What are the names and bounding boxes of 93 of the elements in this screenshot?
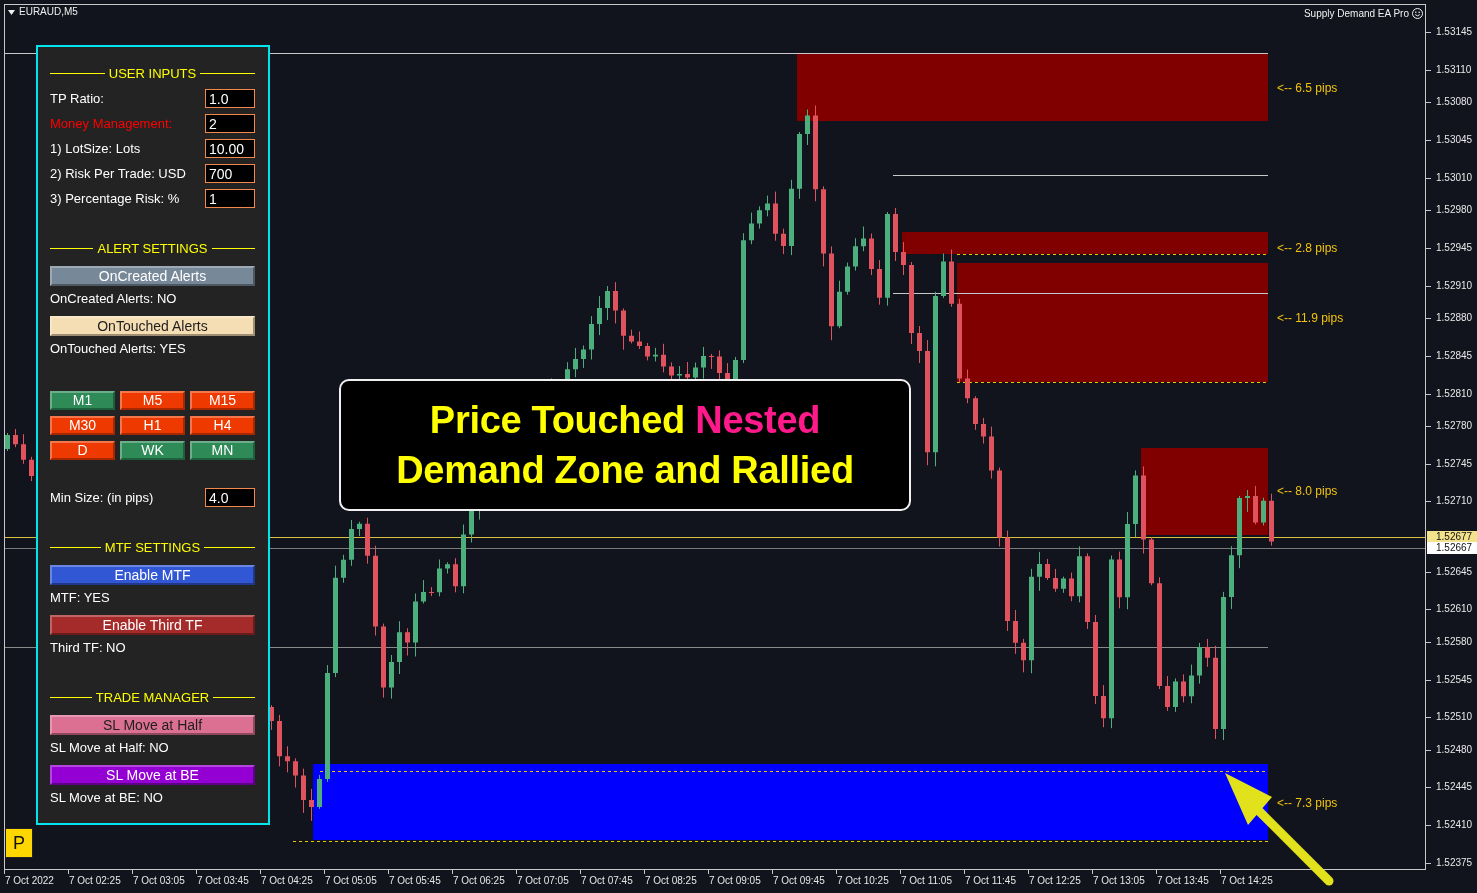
field-label: Min Size: (in pips) bbox=[50, 489, 154, 506]
field-label: Money Management: bbox=[50, 115, 173, 132]
price-axis-label: 1.52375 bbox=[1436, 856, 1473, 870]
time-axis-label: 7 Oct 03:45 bbox=[197, 874, 249, 888]
headline-callout: Price Touched Nested Demand Zone and Rallied bbox=[339, 379, 911, 511]
input-field[interactable]: 4.0 bbox=[205, 488, 255, 507]
panel-button[interactable]: P bbox=[5, 828, 33, 858]
timeframe-button[interactable]: MN bbox=[190, 441, 255, 460]
time-axis-label: 7 Oct 07:05 bbox=[517, 874, 569, 888]
timeframe-button[interactable]: H1 bbox=[120, 416, 185, 435]
price-axis-label: 1.52445 bbox=[1436, 780, 1473, 794]
timeframe-button[interactable]: H4 bbox=[190, 416, 255, 435]
toggle-button[interactable]: Enable MTF bbox=[50, 565, 255, 585]
field-label: 3) Percentage Risk: % bbox=[50, 190, 180, 207]
price-axis-label: 1.52845 bbox=[1436, 349, 1473, 363]
price-axis-label: 1.52945 bbox=[1436, 241, 1473, 255]
status-text: OnCreated Alerts: NO bbox=[50, 290, 178, 308]
price-axis-label: 1.53110 bbox=[1436, 63, 1472, 77]
time-axis-label: 7 Oct 13:45 bbox=[1157, 874, 1209, 888]
time-axis-label: 7 Oct 09:45 bbox=[773, 874, 825, 888]
price-axis-label: 1.52780 bbox=[1436, 419, 1473, 433]
toggle-button[interactable]: Enable Third TF bbox=[50, 615, 255, 635]
timeframe-button[interactable]: M5 bbox=[120, 391, 185, 410]
price-axis-label: 1.53045 bbox=[1436, 133, 1473, 147]
price-axis-label: 1.52810 bbox=[1436, 387, 1473, 401]
price-axis-label: 1.53145 bbox=[1436, 25, 1473, 39]
time-axis-label: 7 Oct 05:45 bbox=[389, 874, 441, 888]
price-axis-label: 1.53010 bbox=[1436, 171, 1473, 185]
status-text: OnTouched Alerts: YES bbox=[50, 340, 187, 358]
time-axis-label: 7 Oct 11:45 bbox=[965, 874, 1016, 888]
timeframe-button[interactable]: M30 bbox=[50, 416, 115, 435]
zone-size-label: <-- 11.9 pips bbox=[1277, 311, 1344, 325]
caret-icon bbox=[8, 10, 15, 15]
timeframe-button[interactable]: WK bbox=[120, 441, 185, 460]
price-tag: 1.52677 bbox=[1427, 531, 1477, 543]
time-axis-label: 7 Oct 06:25 bbox=[453, 874, 505, 888]
section-heading: MTF SETTINGS bbox=[104, 539, 201, 556]
price-axis-label: 1.52910 bbox=[1436, 279, 1473, 293]
timeframe-button[interactable]: D bbox=[50, 441, 115, 460]
price-axis-label: 1.52410 bbox=[1436, 818, 1473, 832]
input-field[interactable]: 700 bbox=[205, 164, 255, 183]
input-field[interactable]: 1 bbox=[205, 189, 255, 208]
status-text: SL Move at BE: NO bbox=[50, 789, 164, 807]
timeframe-button[interactable]: M1 bbox=[50, 391, 115, 410]
time-axis-label: 7 Oct 07:45 bbox=[581, 874, 633, 888]
time-axis-label: 7 Oct 10:25 bbox=[837, 874, 889, 888]
time-axis-label: 7 Oct 03:05 bbox=[133, 874, 185, 888]
price-axis-label: 1.52645 bbox=[1436, 565, 1473, 579]
status-text: SL Move at Half: NO bbox=[50, 739, 170, 757]
toggle-button[interactable]: SL Move at BE bbox=[50, 765, 255, 785]
time-axis-label: 7 Oct 14:25 bbox=[1221, 874, 1273, 888]
price-axis-label: 1.52610 bbox=[1436, 602, 1473, 616]
zone-size-label: <-- 6.5 pips bbox=[1277, 81, 1338, 95]
toggle-button[interactable]: OnTouched Alerts bbox=[50, 316, 255, 336]
price-tag: 1.52667 bbox=[1427, 542, 1477, 554]
section-heading: USER INPUTS bbox=[108, 65, 197, 82]
price-axis-label: 1.52580 bbox=[1436, 635, 1473, 649]
time-axis-label: 7 Oct 05:05 bbox=[325, 874, 377, 888]
smiley-icon bbox=[1412, 8, 1423, 19]
indicator-title: Supply Demand EA Pro bbox=[1303, 8, 1409, 20]
status-text: MTF: YES bbox=[50, 589, 111, 607]
time-axis-label: 7 Oct 02:25 bbox=[69, 874, 121, 888]
time-axis-label: 7 Oct 12:25 bbox=[1029, 874, 1081, 888]
zone-size-label: <-- 8.0 pips bbox=[1277, 484, 1338, 498]
price-axis-label: 1.52545 bbox=[1436, 673, 1473, 687]
time-axis-label: 7 Oct 2022 bbox=[5, 874, 54, 888]
field-label: 1) LotSize: Lots bbox=[50, 140, 141, 157]
price-axis-label: 1.52745 bbox=[1436, 457, 1473, 471]
time-axis-label: 7 Oct 09:05 bbox=[709, 874, 761, 888]
chart-symbol: EURAUD,M5 bbox=[19, 6, 78, 18]
price-axis-label: 1.52710 bbox=[1436, 494, 1473, 508]
zone-size-label: <-- 7.3 pips bbox=[1277, 796, 1338, 810]
time-axis-label: 7 Oct 08:25 bbox=[645, 874, 697, 888]
zone-size-label: <-- 2.8 pips bbox=[1277, 241, 1338, 255]
toggle-button[interactable]: OnCreated Alerts bbox=[50, 266, 255, 286]
price-axis-label: 1.52510 bbox=[1436, 710, 1473, 724]
status-text: Third TF: NO bbox=[50, 639, 127, 657]
time-axis-label: 7 Oct 11:05 bbox=[901, 874, 952, 888]
input-field[interactable]: 10.00 bbox=[205, 139, 255, 158]
field-label: 2) Risk Per Trade: USD bbox=[50, 165, 186, 182]
price-axis-label: 1.52480 bbox=[1436, 743, 1473, 757]
section-heading: TRADE MANAGER bbox=[95, 689, 210, 706]
price-axis-label: 1.52980 bbox=[1436, 203, 1473, 217]
section-heading: ALERT SETTINGS bbox=[97, 240, 208, 257]
price-axis-label: 1.53080 bbox=[1436, 95, 1473, 109]
time-axis-label: 7 Oct 13:05 bbox=[1093, 874, 1145, 888]
toggle-button[interactable]: SL Move at Half bbox=[50, 715, 255, 735]
field-label: TP Ratio: bbox=[50, 90, 104, 107]
input-field[interactable]: 1.0 bbox=[205, 89, 255, 108]
time-axis-label: 7 Oct 04:25 bbox=[261, 874, 313, 888]
price-axis-label: 1.52880 bbox=[1436, 311, 1473, 325]
input-field[interactable]: 2 bbox=[205, 114, 255, 133]
timeframe-button[interactable]: M15 bbox=[190, 391, 255, 410]
